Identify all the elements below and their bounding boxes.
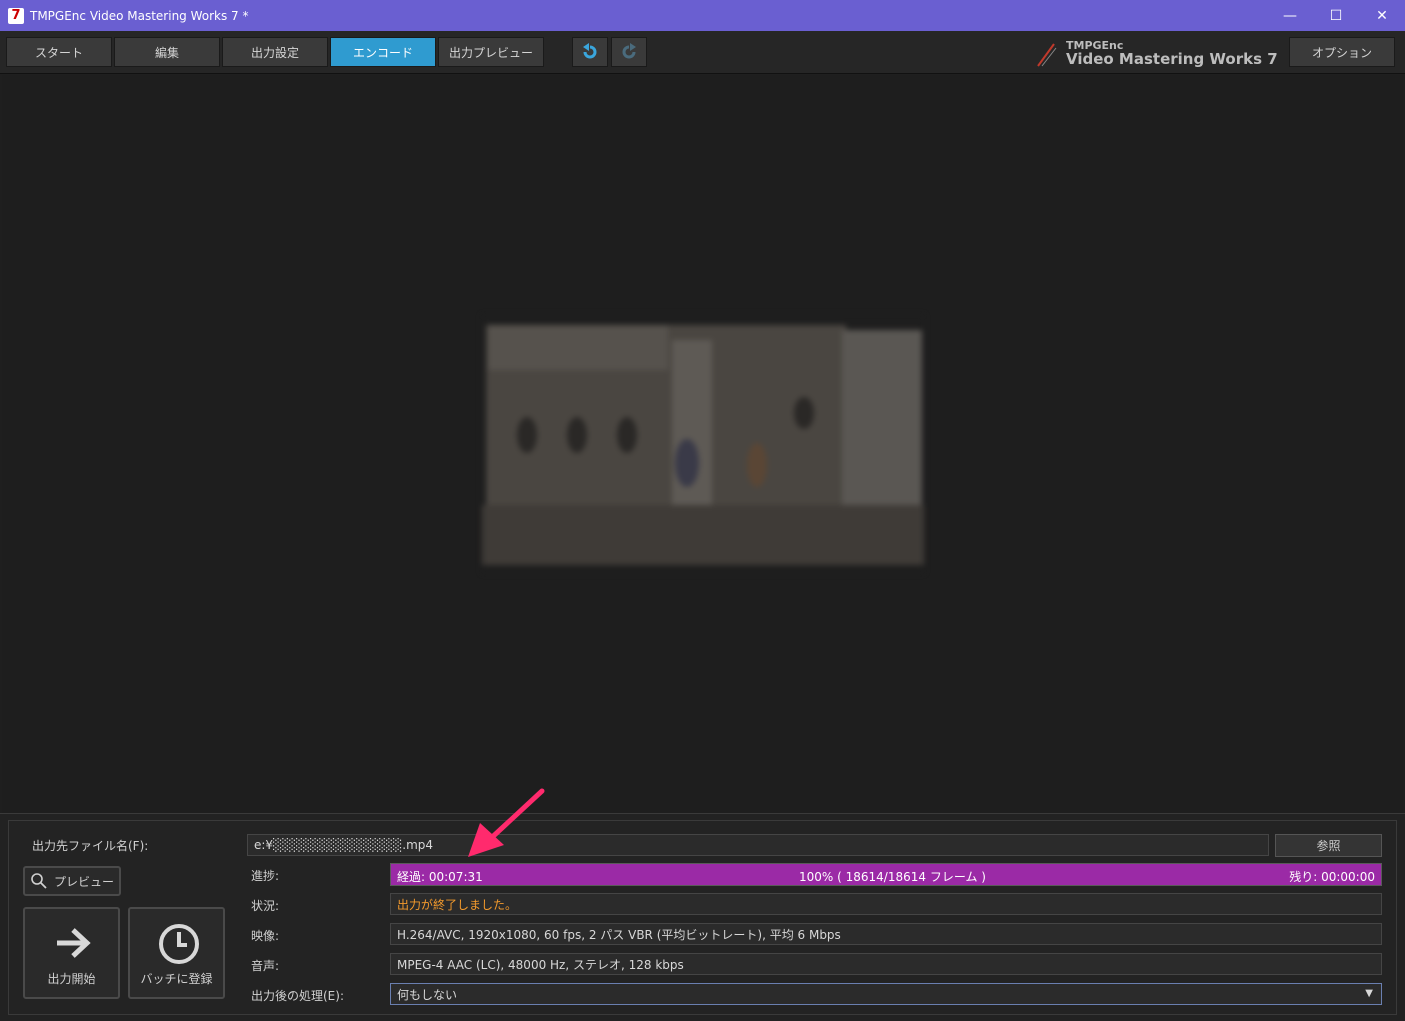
annotation-arrow-icon xyxy=(468,788,545,857)
audio-info-field: MPEG-4 AAC (LC), 48000 Hz, ステレオ, 128 kbp… xyxy=(390,953,1382,975)
tab-edit[interactable]: 編集 xyxy=(114,37,220,67)
browse-button[interactable]: 参照 xyxy=(1275,834,1382,857)
video-info-field: H.264/AVC, 1920x1080, 60 fps, 2 パス VBR (… xyxy=(390,923,1382,945)
output-file-label: 出力先ファイル名(F): xyxy=(32,839,149,853)
video-label: 映像: xyxy=(251,929,280,943)
tab-output-settings[interactable]: 出力設定 xyxy=(222,37,328,67)
add-to-batch-label: バッチに登録 xyxy=(140,972,213,986)
video-preview xyxy=(2,75,1403,813)
progress-frames: 100% ( 18614/18614 フレーム ) xyxy=(799,870,986,884)
preview-button-label: プレビュー xyxy=(53,874,114,889)
start-output-button[interactable]: 出力開始 xyxy=(23,907,120,999)
minimize-button[interactable]: — xyxy=(1267,0,1313,31)
post-process-label: 出力後の処理(E): xyxy=(251,989,344,1003)
add-to-batch-button[interactable]: バッチに登録 xyxy=(128,907,225,999)
redo-icon xyxy=(622,43,636,59)
audio-label: 音声: xyxy=(251,959,280,973)
arrow-right-icon xyxy=(57,928,91,958)
title-bar: 7 TMPGEnc Video Mastering Works 7 * — ☐ … xyxy=(0,0,1405,31)
tab-output-preview[interactable]: 出力プレビュー xyxy=(438,37,544,67)
preview-frame-image xyxy=(482,315,924,573)
undo-icon xyxy=(583,43,597,59)
app-icon: 7 xyxy=(8,7,24,24)
window-controls: — ☐ ✕ xyxy=(1267,0,1405,31)
magnifier-icon xyxy=(31,873,47,889)
maximize-button[interactable]: ☐ xyxy=(1313,0,1359,31)
redo-button[interactable] xyxy=(611,37,647,67)
status-field: 出力が終了しました。 xyxy=(390,893,1382,915)
options-button[interactable]: オプション xyxy=(1289,37,1395,67)
brand-big-text: Video Mastering Works 7 xyxy=(1066,50,1278,68)
tab-encode[interactable]: エンコード xyxy=(330,37,436,67)
chevron-down-icon: ▼ xyxy=(1365,988,1373,999)
status-label: 状況: xyxy=(251,899,280,913)
undo-button[interactable] xyxy=(572,37,608,67)
clock-icon xyxy=(159,924,199,964)
post-process-select[interactable]: 何もしない ▼ xyxy=(390,983,1382,1005)
remaining-time: 残り: 00:00:00 xyxy=(1289,870,1375,884)
main-toolbar: スタート 編集 出力設定 エンコード 出力プレビュー TMPGEnc Video… xyxy=(0,31,1405,74)
post-process-value: 何もしない xyxy=(397,987,458,1002)
output-file-field[interactable]: e:¥░░░░░░░░░░░░░░.mp4 xyxy=(247,834,1269,856)
close-button[interactable]: ✕ xyxy=(1359,0,1405,31)
tab-start[interactable]: スタート xyxy=(6,37,112,67)
window-title: TMPGEnc Video Mastering Works 7 * xyxy=(30,8,249,23)
start-output-label: 出力開始 xyxy=(47,972,96,986)
preview-button[interactable]: プレビュー xyxy=(23,866,121,896)
encode-progress-bar: 経過: 00:07:31 100% ( 18614/18614 フレーム ) 残… xyxy=(390,863,1382,886)
brand-mark-icon xyxy=(1037,43,1057,67)
elapsed-time: 経過: 00:07:31 xyxy=(397,870,483,884)
progress-label: 進捗: xyxy=(251,869,280,883)
